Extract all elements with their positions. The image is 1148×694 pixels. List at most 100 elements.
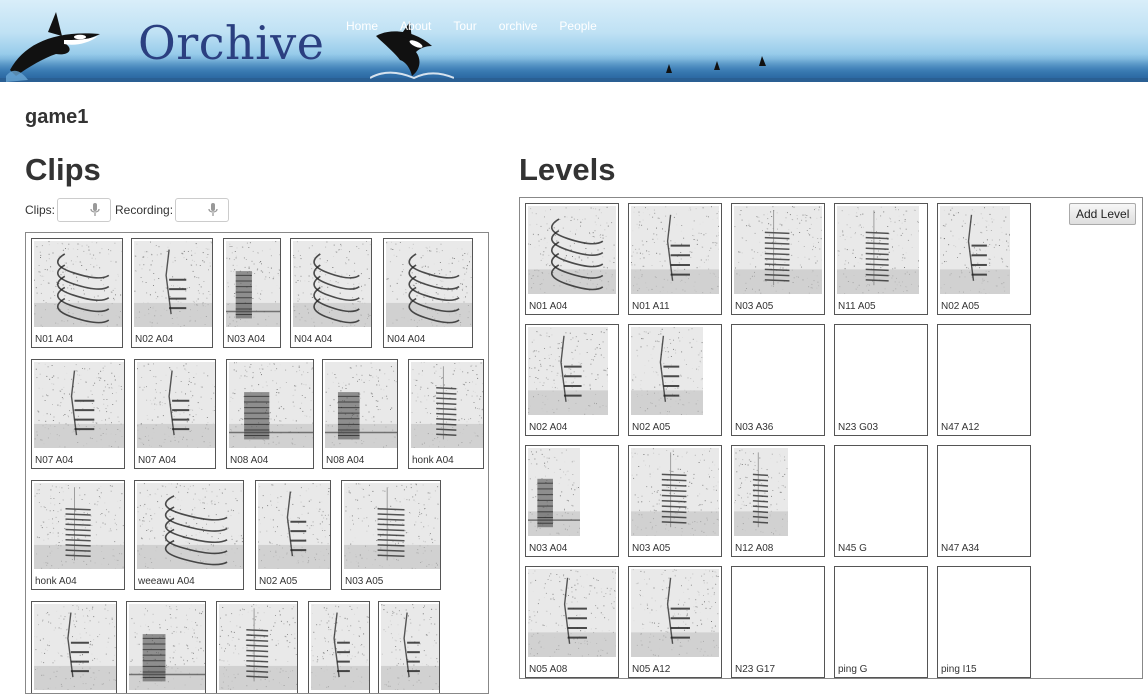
clips-heading: Clips bbox=[25, 152, 101, 188]
clip-card[interactable]: weeawu A04 bbox=[134, 480, 244, 590]
nav-orchive[interactable]: orchive bbox=[499, 19, 538, 33]
clip-card[interactable] bbox=[378, 601, 440, 694]
header-banner: Orchive Home About Tour orchive People bbox=[0, 0, 1148, 82]
level-card[interactable]: N12 A08 bbox=[731, 445, 825, 557]
spectrogram-image bbox=[134, 241, 212, 327]
spectrogram-graphic bbox=[631, 569, 719, 657]
level-card[interactable]: N23 G03 bbox=[834, 324, 928, 436]
clip-card[interactable]: N04 A04 bbox=[383, 238, 473, 348]
level-card[interactable]: N01 A04 bbox=[525, 203, 619, 315]
spectrogram-image bbox=[34, 362, 124, 448]
clip-card[interactable]: N01 A04 bbox=[31, 238, 123, 348]
spectrogram-graphic bbox=[293, 241, 371, 327]
level-label: N02 A05 bbox=[941, 301, 979, 312]
spectrogram-image bbox=[528, 327, 608, 415]
spectrogram-graphic bbox=[258, 483, 330, 569]
microphone-icon[interactable] bbox=[90, 203, 100, 217]
clip-label: N04 A04 bbox=[294, 334, 332, 345]
level-card[interactable]: N05 A08 bbox=[525, 566, 619, 678]
clip-label: N07 A04 bbox=[35, 455, 73, 466]
clip-card[interactable] bbox=[31, 601, 117, 694]
nav-about[interactable]: About bbox=[400, 19, 431, 33]
clip-card[interactable] bbox=[308, 601, 370, 694]
spectrogram-graphic bbox=[528, 206, 616, 294]
spectrogram-graphic bbox=[34, 362, 124, 448]
spectrogram-graphic bbox=[311, 604, 369, 690]
level-label: N03 A05 bbox=[632, 543, 670, 554]
level-card[interactable]: N45 G bbox=[834, 445, 928, 557]
level-card[interactable]: N11 A05 bbox=[834, 203, 928, 315]
level-card[interactable]: N03 A05 bbox=[628, 445, 722, 557]
spectrogram-graphic bbox=[528, 569, 616, 657]
orca-logo-icon[interactable] bbox=[4, 10, 108, 82]
spectrogram-image bbox=[381, 604, 439, 690]
level-card[interactable]: N47 A12 bbox=[937, 324, 1031, 436]
clip-label: N08 A04 bbox=[326, 455, 364, 466]
clip-card[interactable] bbox=[126, 601, 206, 694]
level-label: N11 A05 bbox=[838, 301, 876, 312]
add-level-button[interactable]: Add Level bbox=[1069, 203, 1136, 225]
clip-card[interactable]: N03 A05 bbox=[341, 480, 441, 590]
clip-card[interactable]: N02 A04 bbox=[131, 238, 213, 348]
level-card[interactable]: N47 A34 bbox=[937, 445, 1031, 557]
clip-card[interactable]: N02 A05 bbox=[255, 480, 331, 590]
spectrogram-image bbox=[34, 604, 116, 690]
clip-card[interactable] bbox=[216, 601, 298, 694]
spectrogram-image bbox=[940, 206, 1010, 294]
clip-card[interactable]: honk A04 bbox=[31, 480, 125, 590]
clips-filter-input[interactable] bbox=[57, 198, 111, 222]
clip-controls: Clips: Recording: bbox=[25, 198, 233, 222]
level-card[interactable]: N03 A05 bbox=[731, 203, 825, 315]
level-card[interactable]: N02 A04 bbox=[525, 324, 619, 436]
clip-card[interactable]: N08 A04 bbox=[322, 359, 398, 469]
nav-people[interactable]: People bbox=[559, 19, 596, 33]
spectrogram-graphic bbox=[940, 206, 1010, 294]
level-label: N01 A04 bbox=[529, 301, 567, 312]
level-card[interactable]: N23 G17 bbox=[731, 566, 825, 678]
level-card[interactable]: ping I15 bbox=[937, 566, 1031, 678]
spectrogram-graphic bbox=[344, 483, 440, 569]
level-label: N05 A12 bbox=[632, 664, 670, 675]
level-card[interactable]: N03 A36 bbox=[731, 324, 825, 436]
nav-home[interactable]: Home bbox=[346, 19, 378, 33]
clip-card[interactable]: N04 A04 bbox=[290, 238, 372, 348]
spectrogram-image bbox=[386, 241, 472, 327]
spectrogram-image bbox=[34, 483, 124, 569]
level-card[interactable]: N01 A11 bbox=[628, 203, 722, 315]
spectrogram-image bbox=[258, 483, 330, 569]
level-card[interactable]: N02 A05 bbox=[937, 203, 1031, 315]
spectrogram-image bbox=[226, 241, 280, 327]
spectrogram-graphic bbox=[734, 206, 822, 294]
nav-tour[interactable]: Tour bbox=[453, 19, 476, 33]
clip-label: N02 A05 bbox=[259, 576, 297, 587]
spectrogram-image bbox=[734, 206, 822, 294]
recording-filter-input[interactable] bbox=[175, 198, 229, 222]
spectrogram-graphic bbox=[631, 327, 703, 415]
spectrogram-image bbox=[631, 206, 719, 294]
level-card[interactable]: ping G bbox=[834, 566, 928, 678]
spectrogram-graphic bbox=[137, 362, 215, 448]
microphone-icon[interactable] bbox=[208, 203, 218, 217]
level-label: N45 G bbox=[838, 543, 867, 554]
level-label: ping I15 bbox=[941, 664, 977, 675]
spectrogram-image bbox=[631, 327, 703, 415]
spectrogram-graphic bbox=[837, 206, 919, 294]
level-card[interactable]: N02 A05 bbox=[628, 324, 722, 436]
spectrogram-graphic bbox=[631, 448, 719, 536]
spectrogram-image bbox=[528, 448, 580, 536]
clips-panel[interactable]: N01 A04N02 A04N03 A04 N04 A04 N04 A04 N07 A… bbox=[25, 232, 489, 694]
main-nav: Home About Tour orchive People bbox=[346, 19, 619, 33]
clip-card[interactable]: N08 A04 bbox=[226, 359, 314, 469]
level-card[interactable]: N05 A12 bbox=[628, 566, 722, 678]
brand-title[interactable]: Orchive bbox=[138, 16, 325, 70]
spectrogram-image bbox=[293, 241, 371, 327]
clip-card[interactable]: N07 A04 bbox=[134, 359, 216, 469]
clip-card[interactable]: N07 A04 bbox=[31, 359, 125, 469]
clip-label: N07 A04 bbox=[138, 455, 176, 466]
clip-card[interactable]: N03 A04 bbox=[223, 238, 281, 348]
level-label: N05 A08 bbox=[529, 664, 567, 675]
level-card[interactable]: N03 A04 bbox=[525, 445, 619, 557]
clip-card[interactable]: honk A04 bbox=[408, 359, 484, 469]
levels-panel[interactable]: N01 A04N01 A11N03 A05N11 A05N02 A05N02 A… bbox=[519, 197, 1143, 679]
game-title: game1 bbox=[25, 106, 88, 129]
